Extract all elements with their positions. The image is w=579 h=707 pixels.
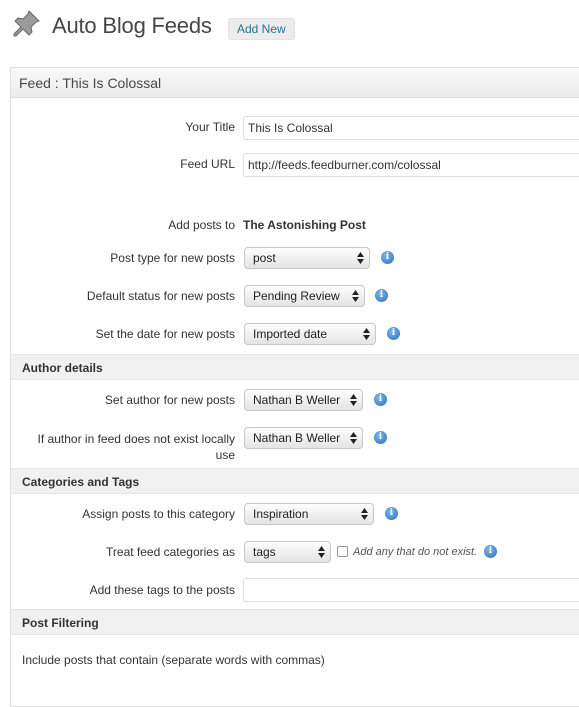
pushpin-icon	[13, 10, 40, 37]
set-author-select[interactable]: Nathan B Weller	[244, 389, 363, 411]
info-icon[interactable]: i	[387, 327, 400, 340]
select-arrows-icon	[318, 546, 325, 558]
select-arrows-icon	[363, 328, 370, 340]
add-posts-to-value: The Astonishing Post	[243, 218, 366, 232]
select-arrows-icon	[350, 394, 357, 406]
post-type-label: Post type for new posts	[110, 251, 235, 265]
treat-feed-categories-select[interactable]: tags	[244, 541, 331, 563]
if-author-missing-value: Nathan B Weller	[253, 431, 341, 445]
treat-feed-categories-label: Treat feed categories as	[106, 545, 235, 559]
feed-url-label: Feed URL	[180, 157, 235, 171]
feed-panel: Feed : This Is Colossal Your Title This …	[10, 67, 579, 707]
add-missing-checkbox[interactable]	[337, 546, 348, 557]
page-header: Auto Blog Feeds Add New	[10, 6, 579, 42]
info-icon[interactable]: i	[385, 507, 398, 520]
post-type-value: post	[253, 251, 276, 265]
add-tags-input[interactable]	[243, 578, 579, 602]
treat-feed-categories-value: tags	[253, 545, 276, 559]
if-author-missing-label-line2: use	[215, 448, 235, 462]
set-author-label: Set author for new posts	[104, 393, 235, 407]
feed-url-input[interactable]: http://feeds.feedburner.com/colossal	[243, 153, 579, 177]
assign-category-select[interactable]: Inspiration	[244, 503, 374, 525]
set-author-value: Nathan B Weller	[253, 393, 341, 407]
your-title-input[interactable]: This Is Colossal	[243, 116, 579, 140]
select-arrows-icon	[350, 432, 357, 444]
assign-category-value: Inspiration	[253, 507, 309, 521]
section-categories-and-tags: Categories and Tags	[11, 468, 579, 494]
panel-title: Feed : This Is Colossal	[11, 68, 579, 98]
page-title: Auto Blog Feeds	[52, 13, 212, 38]
info-icon[interactable]: i	[374, 393, 387, 406]
set-date-value: Imported date	[253, 327, 328, 341]
info-icon[interactable]: i	[484, 545, 497, 558]
section-author-details: Author details	[11, 354, 579, 380]
default-status-select[interactable]: Pending Review	[244, 285, 365, 307]
add-tags-label: Add these tags to the posts	[89, 583, 235, 597]
info-icon[interactable]: i	[374, 431, 387, 444]
section-post-filtering: Post Filtering	[11, 609, 579, 635]
info-icon[interactable]: i	[381, 251, 394, 264]
if-author-missing-select[interactable]: Nathan B Weller	[244, 427, 363, 449]
set-date-select[interactable]: Imported date	[244, 323, 376, 345]
if-author-missing-label-line1: If author in feed does not exist locally	[37, 432, 235, 446]
select-arrows-icon	[352, 290, 359, 302]
info-icon[interactable]: i	[375, 289, 388, 302]
add-new-button[interactable]: Add New	[228, 18, 295, 40]
set-date-label: Set the date for new posts	[95, 327, 235, 341]
add-missing-label: Add any that do not exist.	[353, 546, 478, 558]
add-posts-to-label: Add posts to	[168, 218, 235, 232]
post-type-select[interactable]: post	[244, 247, 370, 269]
if-author-missing-label: If author in feed does not exist locally…	[11, 431, 235, 463]
select-arrows-icon	[361, 508, 368, 520]
default-status-label: Default status for new posts	[86, 289, 235, 303]
include-posts-label: Include posts that contain (separate wor…	[22, 653, 325, 667]
select-arrows-icon	[357, 252, 364, 264]
default-status-value: Pending Review	[253, 289, 340, 303]
assign-category-label: Assign posts to this category	[82, 507, 235, 521]
your-title-label: Your Title	[185, 120, 235, 134]
